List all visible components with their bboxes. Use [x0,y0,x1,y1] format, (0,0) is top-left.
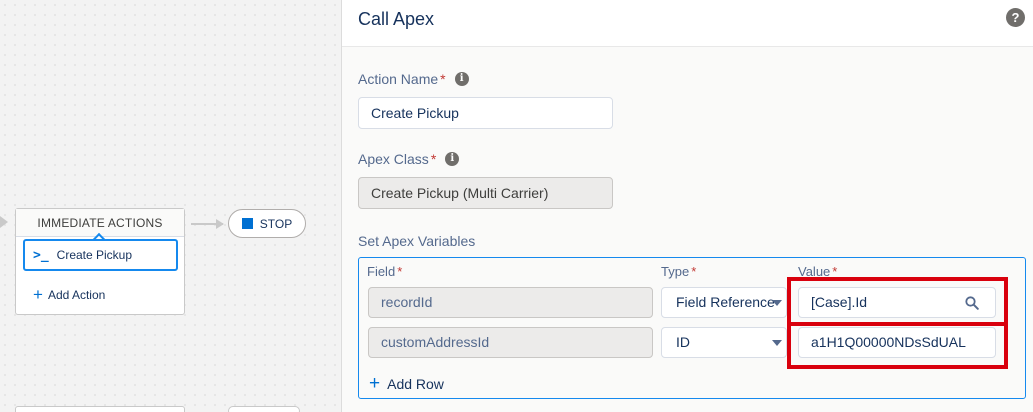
required-marker: * [691,264,697,279]
required-marker: * [397,264,403,279]
chevron-down-icon [772,300,782,306]
column-header-type: Type * [661,264,696,279]
stop-node[interactable]: STOP [228,209,306,238]
action-name-label: Action Name * i [358,71,469,87]
action-name-label-text: Action Name [358,71,439,87]
apex-class-field: Create Pickup (Multi Carrier) [358,177,613,209]
column-type-text: Type [661,264,690,279]
type-select-value: Field Reference [676,294,775,310]
stop-label: STOP [259,216,293,231]
flow-canvas: IMMEDIATE ACTIONS >_ Create Pickup + Add… [0,0,341,412]
add-action-label: Add Action [47,287,106,302]
panel-title: Call Apex [358,9,435,29]
info-icon[interactable]: i [445,152,460,166]
type-select-row-2[interactable]: ID [661,327,787,358]
incoming-arrow [0,216,8,228]
apex-class-label: Apex Class * i [358,151,460,167]
highlight-annotation-value-2 [787,322,1008,369]
highlight-annotation-value-1 [787,277,1008,326]
add-row-button[interactable]: + Add Row [369,374,444,393]
stop-icon [241,218,253,229]
info-icon[interactable]: i [454,72,469,86]
next-pill-partial[interactable] [228,406,300,412]
action-name-input[interactable]: Create Pickup [358,97,613,129]
add-action-button[interactable]: + Add Action [33,286,105,303]
panel-header: Call Apex ? [342,0,1033,47]
plus-icon: + [33,285,43,304]
required-marker: * [430,151,437,167]
set-apex-variables-label: Set Apex Variables [358,233,476,249]
next-node-partial[interactable] [15,406,185,412]
field-record-id: recordId [368,287,653,318]
apex-icon: >_ [33,247,49,263]
action-item-create-pickup[interactable]: >_ Create Pickup [23,239,178,271]
immediate-actions-node[interactable]: IMMEDIATE ACTIONS >_ Create Pickup + Add… [15,208,185,315]
apex-class-label-text: Apex Class [358,151,429,167]
immediate-actions-header: IMMEDIATE ACTIONS [16,209,184,237]
action-item-label: Create Pickup [56,248,133,262]
required-marker: * [440,71,446,87]
chevron-down-icon [772,340,782,346]
column-header-field: Field * [367,264,402,279]
connector-arrowhead [216,219,224,229]
field-custom-address-id: customAddressId [368,327,653,358]
help-icon[interactable]: ? [1006,8,1025,27]
type-select-row-1[interactable]: Field Reference [661,287,787,318]
plus-icon: + [369,373,381,394]
add-row-label: Add Row [387,375,444,392]
type-select-value: ID [676,334,690,350]
column-field-text: Field [367,264,396,279]
